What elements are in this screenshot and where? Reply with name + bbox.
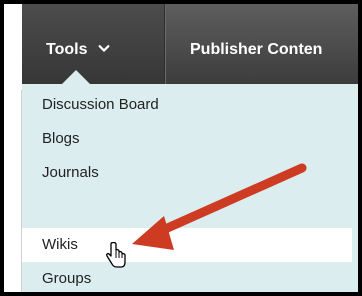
menu-item-wikis[interactable]: Wikis bbox=[22, 228, 352, 262]
menu-item-discussion-board[interactable]: Discussion Board bbox=[22, 88, 352, 122]
hand-pointer-icon bbox=[104, 241, 128, 270]
tab-divider bbox=[164, 4, 166, 90]
tab-tools[interactable]: Tools bbox=[22, 4, 164, 90]
tools-dropdown-menu: Discussion Board Blogs Journals Wikis Gr… bbox=[22, 84, 358, 292]
left-strip bbox=[4, 4, 22, 90]
menu-item-label: Discussion Board bbox=[42, 96, 159, 113]
screenshot-frame: Tools Publisher Conten Discussion Board … bbox=[0, 0, 362, 296]
menu-item-journals[interactable]: Journals bbox=[22, 156, 352, 190]
menu-item-label: Journals bbox=[42, 164, 99, 181]
tab-tools-label: Tools bbox=[46, 41, 88, 59]
course-nav-bar: Tools Publisher Conten bbox=[4, 4, 358, 90]
menu-item-groups[interactable]: Groups bbox=[22, 262, 352, 292]
tab-publisher-label: Publisher Conten bbox=[190, 41, 323, 58]
tab-publisher-content[interactable]: Publisher Conten bbox=[190, 4, 322, 90]
menu-item-blogs[interactable]: Blogs bbox=[22, 122, 352, 156]
dropdown-pointer bbox=[62, 70, 90, 84]
menu-item-label: Wikis bbox=[42, 236, 78, 253]
chevron-down-icon bbox=[98, 4, 110, 94]
left-strip-lower bbox=[4, 90, 22, 292]
menu-item-label: Blogs bbox=[42, 130, 80, 147]
menu-item-label: Groups bbox=[42, 270, 92, 287]
